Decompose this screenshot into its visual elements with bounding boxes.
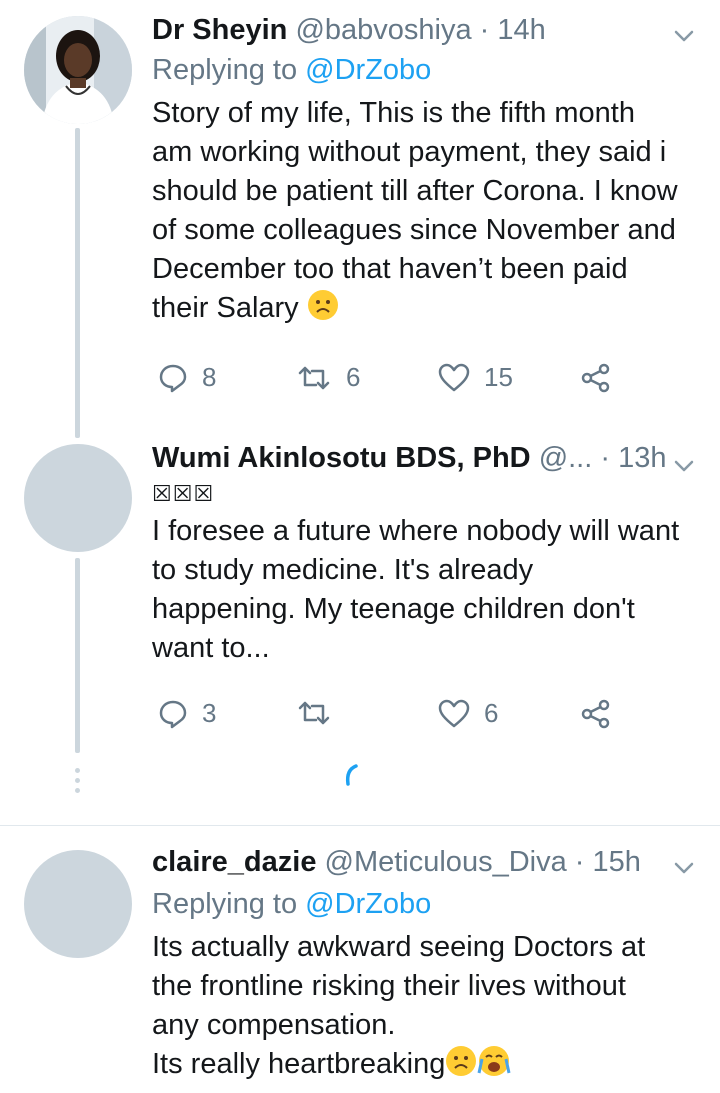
display-name[interactable]: Dr Sheyin [152, 14, 287, 46]
tweet-text: Story of my life, This is the fifth mont… [152, 94, 696, 328]
retweet-count: 6 [346, 362, 361, 392]
share-button[interactable] [580, 698, 612, 730]
avatar[interactable] [24, 444, 132, 552]
retweet-icon [298, 366, 330, 389]
text-line: Its actually awkward seeing Doctors at [152, 931, 646, 963]
like-button[interactable]: 6 [438, 698, 498, 729]
text-line: the frontline risking their lives withou… [152, 970, 626, 1002]
reply-icon [159, 364, 187, 392]
user-handle[interactable]: @... [539, 442, 593, 474]
reply-count: 3 [202, 698, 217, 728]
heart-icon [438, 699, 470, 727]
tweet-text: I foresee a future where nobody will wan… [152, 512, 696, 668]
tweet-text: Its actually awkward seeing Doctors at t… [152, 928, 696, 1084]
reply-icon [159, 700, 187, 728]
retweet-button[interactable]: 6 [296, 362, 360, 393]
heart-icon [438, 363, 470, 391]
tweet-header: claire_dazie @Meticulous_Diva · 15h [152, 844, 696, 880]
reply-button[interactable]: 8 [158, 362, 216, 393]
tweet-actions: 8 6 15 [152, 362, 652, 402]
tweet-3[interactable]: claire_dazie @Meticulous_Diva · 15h Repl… [0, 826, 720, 1093]
mention-link[interactable]: @DrZobo [305, 888, 431, 920]
like-count: 6 [484, 698, 499, 728]
share-icon [581, 699, 610, 729]
text-line: Its really heartbreaking [152, 1048, 446, 1080]
timestamp[interactable]: 14h [497, 14, 545, 46]
replying-prefix: Replying to [152, 888, 298, 920]
chevron-down-icon[interactable] [672, 856, 696, 880]
chevron-down-icon[interactable] [672, 24, 696, 48]
replying-to: Replying to @DrZobo [152, 50, 696, 90]
separator: · [479, 14, 490, 46]
text-line: happening. My teenage children don't [152, 593, 635, 625]
frowning-face-emoji-icon [307, 290, 338, 320]
text-line: should be patient till after Corona. I k… [152, 175, 678, 207]
text-line: December too that haven’t been paid [152, 253, 628, 285]
avatar[interactable] [24, 850, 132, 958]
text-line: Story of my life, This is the fifth mont… [152, 97, 635, 129]
frowning-face-emoji-icon [446, 1046, 477, 1076]
separator: · [600, 442, 611, 474]
text-line: any compensation. [152, 1009, 396, 1041]
text-line: their Salary [152, 292, 299, 324]
text-line: to study medicine. It's already [152, 554, 534, 586]
reply-button[interactable]: 3 [158, 698, 216, 729]
replying-prefix: Replying to [152, 54, 298, 86]
display-name[interactable]: claire_dazie [152, 846, 316, 878]
reply-count: 8 [202, 362, 217, 392]
timestamp[interactable]: 13h [618, 442, 666, 474]
avatar[interactable] [24, 16, 132, 124]
timestamp[interactable]: 15h [593, 846, 641, 878]
like-count: 15 [484, 362, 513, 392]
text-line: I foresee a future where nobody will wan… [152, 515, 680, 547]
replying-to: Replying to @DrZobo [152, 884, 696, 924]
like-button[interactable]: 15 [438, 362, 513, 393]
share-icon [581, 363, 610, 393]
text-line: want to... [152, 632, 270, 664]
display-name[interactable]: Wumi Akinlosotu BDS, PhD [152, 442, 531, 474]
text-line: of some colleagues since November and [152, 214, 676, 246]
chevron-down-icon[interactable] [672, 454, 696, 478]
retweet-icon [298, 701, 330, 725]
text-line: am working without payment, they said i [152, 136, 667, 168]
mention-link[interactable]: @DrZobo [305, 54, 431, 86]
tweet-header: Wumi Akinlosotu BDS, PhD @... · 13h [152, 440, 696, 476]
thread-more-dots [75, 768, 80, 793]
loudly-crying-face-emoji-icon [477, 1046, 511, 1076]
doctor-photo [24, 16, 132, 124]
flag-emoji-fallback: ☒☒☒ [152, 481, 215, 506]
thread-line [75, 128, 80, 438]
loading-spinner-icon [340, 762, 362, 793]
retweet-button[interactable] [296, 698, 346, 728]
tweet-2[interactable]: Wumi Akinlosotu BDS, PhD @... · 13h ☒☒☒ … [0, 440, 720, 825]
thread-line [75, 558, 80, 753]
tweet-1[interactable]: Dr Sheyin @babvoshiya · 14h Replying to … [0, 0, 720, 440]
user-handle[interactable]: @Meticulous_Diva [325, 846, 567, 878]
separator: · [574, 846, 585, 878]
share-button[interactable] [580, 362, 612, 394]
tweet-header: Dr Sheyin @babvoshiya · 14h [152, 12, 696, 48]
tweet-actions: 3 6 [152, 698, 652, 738]
user-handle[interactable]: @babvoshiya [295, 14, 471, 46]
